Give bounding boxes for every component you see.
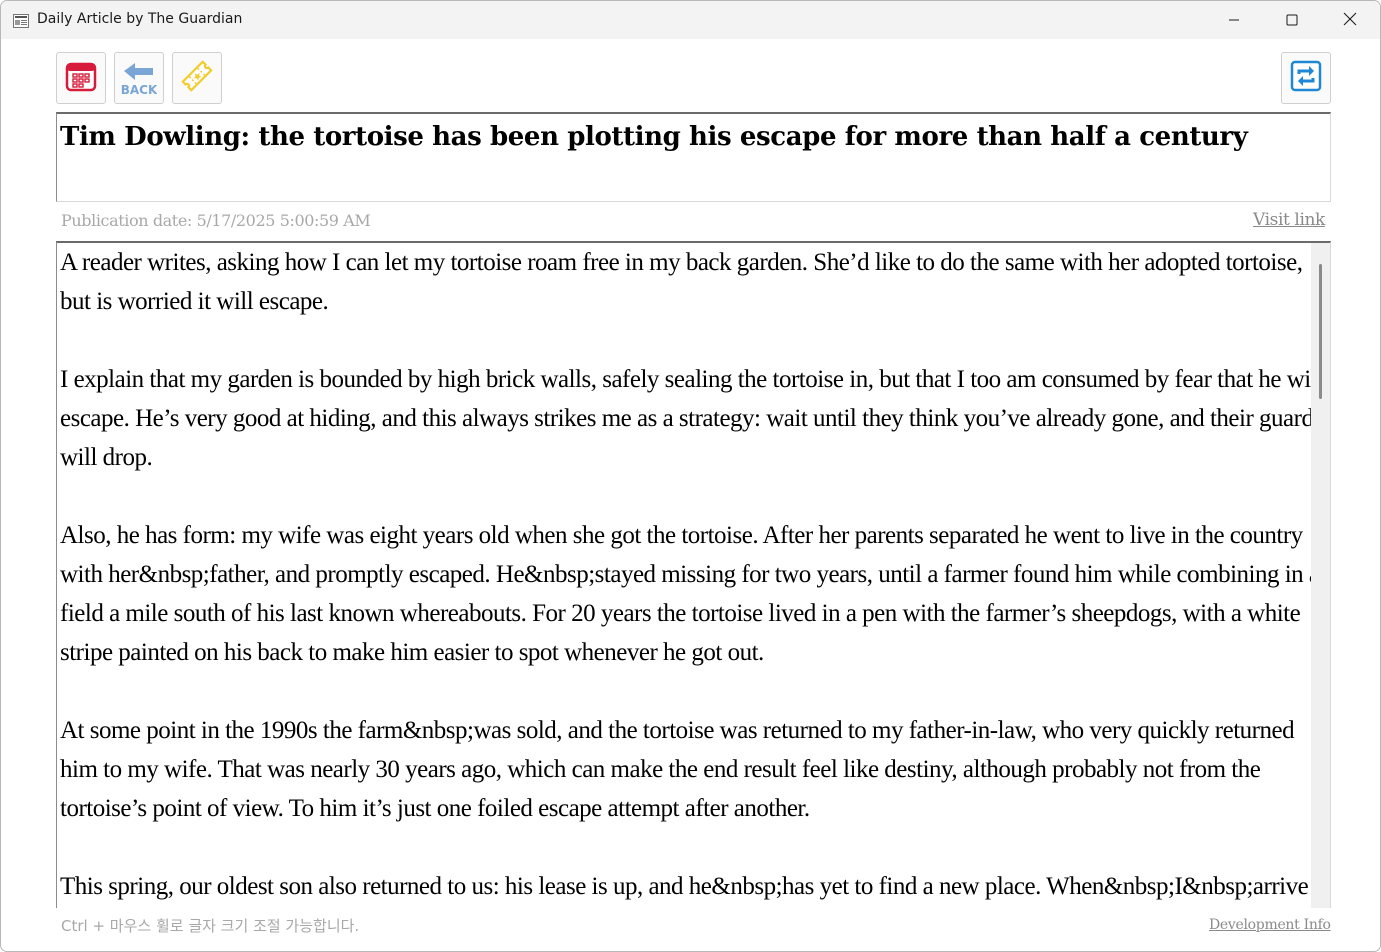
vertical-scrollbar[interactable] [1311, 243, 1330, 908]
app-window: Daily Article by The Guardian BACK Tim D… [0, 0, 1381, 952]
article-headline: Tim Dowling: the tortoise has been plott… [60, 122, 1248, 152]
article-blank-line [60, 672, 1312, 711]
article-blank-line [60, 477, 1312, 516]
article-line: A reader writes, asking how I can let my… [60, 249, 1303, 276]
title-bar: Daily Article by The Guardian [1, 1, 1380, 39]
window-title: Daily Article by The Guardian [37, 11, 243, 27]
article-line: him to my wife. That was nearly 30 years… [60, 756, 1261, 783]
publication-date: Publication date: 5/17/2025 5:00:59 AM [61, 211, 371, 230]
article-line: field a mile south of his last known whe… [60, 600, 1301, 627]
minimize-button[interactable] [1205, 1, 1263, 39]
back-button[interactable]: BACK [114, 52, 164, 104]
article-text-area[interactable]: A reader writes, asking how I can let my… [56, 241, 1331, 908]
close-icon [1343, 11, 1357, 30]
refresh-button[interactable] [1281, 52, 1331, 104]
article-line: will drop. [60, 444, 153, 471]
development-info-link[interactable]: Development Info [1209, 917, 1331, 933]
article-line: escape. He’s very good at hiding, and th… [60, 405, 1314, 432]
article-line: stripe painted on his back to make him e… [60, 639, 764, 666]
close-button[interactable] [1321, 1, 1379, 39]
article-line: but is worried it will escape. [60, 288, 329, 315]
scrollbar-thumb[interactable] [1319, 264, 1322, 399]
visit-link[interactable]: Visit link [1253, 210, 1325, 230]
back-arrow-icon [124, 63, 153, 80]
article-line: This spring, our oldest son also returne… [60, 873, 1309, 900]
article-body: A reader writes, asking how I can let my… [60, 243, 1324, 906]
refresh-icon [1290, 60, 1322, 96]
calendar-button[interactable] [56, 52, 106, 104]
newspaper-icon [13, 13, 29, 28]
article-line: Also, he has form: my wife was eight yea… [60, 522, 1303, 549]
article-line: with her&nbsp;father, and promptly escap… [60, 561, 1320, 588]
ticket-icon [180, 59, 214, 97]
minimize-icon [1228, 11, 1240, 30]
font-size-hint: Ctrl + 마우스 휠로 글자 크기 조절 가능합니다. [61, 917, 360, 935]
article-blank-line [60, 321, 1312, 360]
maximize-icon [1286, 11, 1298, 30]
article-line: I explain that my garden is bounded by h… [60, 366, 1324, 393]
article-line: At some point in the 1990s the farm&nbsp… [60, 717, 1295, 744]
headline-box: Tim Dowling: the tortoise has been plott… [56, 112, 1331, 202]
maximize-button[interactable] [1263, 1, 1321, 39]
calendar-icon [65, 60, 97, 96]
back-label: BACK [121, 83, 157, 97]
article-blank-line [60, 828, 1312, 867]
article-line: tortoise’s point of view. To him it’s ju… [60, 795, 810, 822]
ticket-button[interactable] [172, 52, 222, 104]
